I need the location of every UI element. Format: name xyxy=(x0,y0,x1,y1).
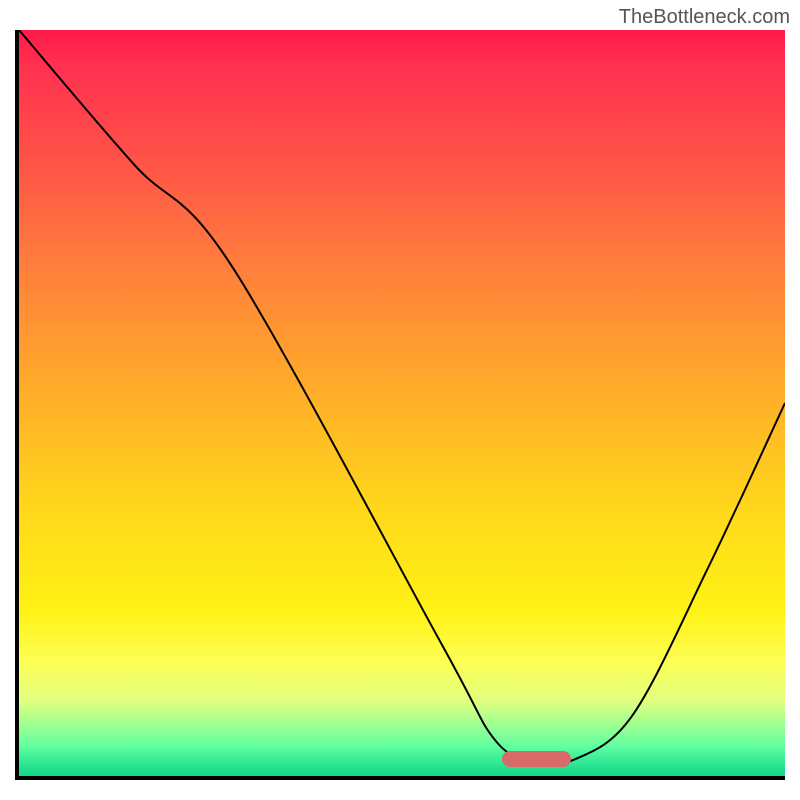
plot-area xyxy=(15,30,785,780)
optimal-marker xyxy=(502,751,571,767)
chart-container: TheBottleneck.com xyxy=(0,0,800,800)
watermark-text: TheBottleneck.com xyxy=(619,6,790,29)
gradient-background xyxy=(19,30,785,776)
